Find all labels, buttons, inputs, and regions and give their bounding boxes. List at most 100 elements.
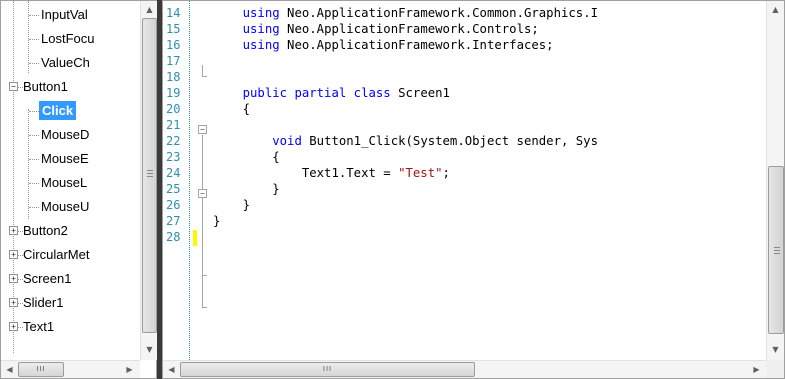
line-number: 23 <box>166 150 181 164</box>
scroll-left-arrow-icon[interactable]: ◀ <box>1 361 18 378</box>
tree-item-lostfocu[interactable]: LostFocu <box>39 27 96 50</box>
code-line[interactable]: { <box>213 149 280 165</box>
code-text: Screen1 <box>390 86 450 100</box>
line-number: 22 <box>166 134 181 148</box>
collapse-icon[interactable]: − <box>198 125 207 134</box>
line-number: 25 <box>166 182 181 196</box>
tree-item-mousel[interactable]: MouseL <box>39 171 89 194</box>
tree-vertical-scroll-thumb[interactable] <box>142 18 157 333</box>
scroll-right-arrow-icon[interactable]: ▶ <box>121 361 138 378</box>
scroll-up-arrow-icon[interactable]: ▲ <box>141 1 158 18</box>
code-string: "Test" <box>398 166 443 180</box>
outlining-margin: − − <box>198 1 212 360</box>
tree-item-label: MouseD <box>41 127 90 142</box>
line-number: 28 <box>166 230 181 244</box>
scroll-left-arrow-icon[interactable]: ◀ <box>163 361 180 378</box>
tree-item-button2[interactable]: Button2 <box>21 219 70 242</box>
tree-item-slider1[interactable]: Slider1 <box>21 291 65 314</box>
line-number: 20 <box>166 102 181 116</box>
line-number: 24 <box>166 166 181 180</box>
code-text: } <box>213 198 251 212</box>
expand-icon[interactable]: + <box>9 226 18 235</box>
line-number: 17 <box>166 54 181 68</box>
tree-horizontal-scroll-thumb[interactable]: III <box>18 362 64 377</box>
code-text: ; <box>442 166 450 180</box>
line-number: 26 <box>166 198 181 212</box>
line-number: 21 <box>166 118 181 132</box>
tree-item-mousee[interactable]: MouseE <box>39 147 91 170</box>
tree-horizontal-scrollbar[interactable]: ◀ III ▶ <box>1 360 140 378</box>
line-number: 16 <box>166 38 181 52</box>
tree-item-inputval[interactable]: InputVal <box>39 3 90 26</box>
code-line[interactable]: void Button1_Click(System.Object sender,… <box>213 133 598 149</box>
tree-item-label: CircularMet <box>23 247 90 262</box>
tree-item-label: Button1 <box>23 79 68 94</box>
tree-item-label: MouseL <box>41 175 88 190</box>
code-text: Neo.ApplicationFramework.Interfaces; <box>279 38 554 52</box>
collapse-icon[interactable]: − <box>9 82 18 91</box>
code-line[interactable]: public partial class Screen1 <box>213 85 450 101</box>
code-keyword: void <box>272 134 302 148</box>
code-text: Button1_Click(System.Object sender, Sys <box>301 134 598 148</box>
scroll-down-arrow-icon[interactable]: ▼ <box>767 341 784 358</box>
tree-item-label: Slider1 <box>23 295 64 310</box>
scroll-right-arrow-icon[interactable]: ▶ <box>748 361 765 378</box>
code-text: Text1.Text = <box>213 166 399 180</box>
code-line[interactable]: using Neo.ApplicationFramework.Controls; <box>213 21 539 37</box>
tree-item-circularmet[interactable]: CircularMet <box>21 243 91 266</box>
tree-item-label: ValueCh <box>41 55 90 70</box>
line-number: 14 <box>166 6 181 20</box>
tree-item-screen1[interactable]: Screen1 <box>21 267 73 290</box>
code-keyword: public partial class <box>242 86 391 100</box>
tree-item-label: Screen1 <box>23 271 72 286</box>
scroll-down-arrow-icon[interactable]: ▼ <box>141 341 158 358</box>
tree-connector-line <box>29 111 39 112</box>
editor-vertical-scrollbar[interactable]: ▲ ▼ <box>766 1 784 360</box>
code-text-area[interactable]: using Neo.ApplicationFramework.Common.Gr… <box>213 1 766 360</box>
tree-item-mouseu[interactable]: MouseU <box>39 195 91 218</box>
tree-item-moused[interactable]: MouseD <box>39 123 91 146</box>
expand-icon[interactable]: + <box>9 298 18 307</box>
code-line[interactable]: } <box>213 213 220 229</box>
code-keyword: using <box>242 38 280 52</box>
code-text: } <box>213 214 221 228</box>
tree-item-label: Button2 <box>23 223 68 238</box>
tree-connector-line <box>29 135 39 136</box>
code-text: Neo.ApplicationFramework.Controls; <box>279 22 539 36</box>
editor-horizontal-scrollbar[interactable]: ◀ III ▶ <box>163 360 766 378</box>
tree-item-label: LostFocu <box>41 31 95 46</box>
scroll-up-arrow-icon[interactable]: ▲ <box>767 1 784 18</box>
tree-item-click[interactable]: Click <box>39 99 77 122</box>
tree-item-text1[interactable]: Text1 <box>21 315 56 338</box>
tree-connector-line <box>29 183 39 184</box>
tree-item-label: Click <box>39 101 77 120</box>
code-line[interactable]: using Neo.ApplicationFramework.Interface… <box>213 37 554 53</box>
code-line[interactable]: Text1.Text = "Test"; <box>213 165 450 181</box>
code-line[interactable]: } <box>213 197 250 213</box>
tree-item-button1[interactable]: Button1 <box>21 75 70 98</box>
expand-icon[interactable]: + <box>9 250 18 259</box>
code-keyword: using <box>242 22 280 36</box>
code-line[interactable]: using Neo.ApplicationFramework.Common.Gr… <box>213 5 598 21</box>
code-editor[interactable]: 14 15 16 17 18 19 20 21 22 23 24 25 26 27 28 − − using… <box>162 0 785 379</box>
event-tree-panel: InputVal LostFocu ValueCh − Button1 Click Mous… <box>0 0 157 379</box>
tree-item-label: MouseE <box>41 151 89 166</box>
tree-vertical-scrollbar[interactable]: ▲ ▼ <box>140 1 157 360</box>
code-text: { <box>213 150 280 164</box>
collapse-icon[interactable]: − <box>198 189 207 198</box>
code-line[interactable]: } <box>213 181 279 197</box>
expand-icon[interactable]: + <box>9 322 18 331</box>
line-number: 19 <box>166 86 181 100</box>
editor-vertical-scroll-thumb[interactable] <box>768 166 784 334</box>
line-number-gutter: 14 15 16 17 18 19 20 21 22 23 24 25 26 27 28 <box>163 1 190 360</box>
tree-item-valuech[interactable]: ValueCh <box>39 51 92 74</box>
editor-horizontal-scroll-thumb[interactable]: III <box>180 362 475 377</box>
changed-line-marker <box>193 230 197 246</box>
expand-icon[interactable]: + <box>9 274 18 283</box>
code-keyword: using <box>242 6 280 20</box>
code-line[interactable]: { <box>213 101 250 117</box>
